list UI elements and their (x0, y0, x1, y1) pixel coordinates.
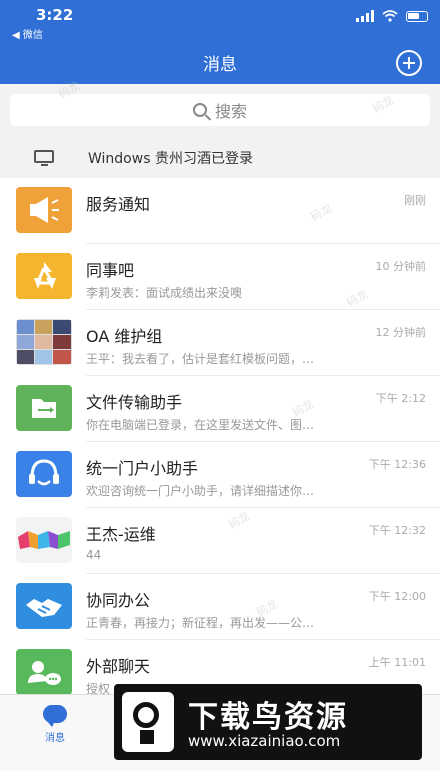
conversation-time: 10 分钟前 (375, 260, 427, 273)
promo-watermark-banner: 下载鸟资源 www.xiazainiao.com (114, 684, 422, 760)
conversation-row[interactable]: 文件传输助手 下午 2:12 你在电脑端已登录，在这里发送文件、图… (0, 376, 440, 442)
conversation-time: 12 分钟前 (375, 326, 427, 339)
nav-bar: 消息 (0, 40, 440, 84)
conversation-preview: 欢迎咨询统一门户小助手，请详细描述你… (86, 484, 315, 498)
conversation-preview: 李莉发表：面试成绩出来没噢 (86, 286, 243, 300)
status-time: 3:22 (36, 6, 74, 24)
megaphone-icon (16, 187, 72, 233)
conversation-preview: 正青春，再接力；新征程，再出发——公… (86, 616, 315, 630)
conversation-name: 外部聊天 (86, 657, 151, 676)
back-to-wechat-link[interactable]: ◀ 微信 (12, 26, 43, 41)
conversation-preview: 44 (86, 548, 102, 562)
conversation-row[interactable]: OA 维护组 12 分钟前 王平：我去看了，估计是套红模板问题，… (0, 310, 440, 376)
conversation-name: 同事吧 (86, 261, 135, 280)
conversation-row[interactable]: 同事吧 10 分钟前 李莉发表：面试成绩出来没噢 (0, 244, 440, 310)
battery-icon (406, 10, 428, 22)
conversation-name: OA 维护组 (86, 327, 163, 346)
search-icon (192, 103, 207, 117)
conversation-name: 协同办公 (86, 591, 151, 610)
conversation-time: 刚刚 (404, 194, 426, 207)
search-placeholder: 搜索 (214, 102, 247, 121)
device-login-text: Windows 贵州习酒已登录 (88, 151, 253, 167)
status-bar: 3:22 ◀ 微信 (0, 0, 440, 41)
headset-icon (16, 451, 72, 497)
add-plus-icon[interactable] (396, 50, 422, 76)
bird-logo-icon (122, 692, 174, 752)
conversation-time: 下午 2:12 (375, 392, 426, 405)
conversation-time: 下午 12:36 (368, 458, 426, 471)
colorful-avatar (16, 517, 72, 563)
conversation-list: 服务通知 刚刚 同事吧 10 分钟前 李莉发表：面试成绩出来没噢 OA 维护组 … (0, 178, 440, 694)
promo-url: www.xiazainiao.com (188, 732, 341, 750)
tab-messages-label: 消息 (45, 733, 65, 744)
group-collage-avatar (16, 319, 72, 365)
conversation-preview: 王平：我去看了，估计是套红模板问题，… (86, 352, 315, 366)
monitor-icon (34, 150, 54, 166)
conversation-name: 文件传输助手 (86, 393, 183, 412)
conversation-name: 服务通知 (86, 195, 151, 214)
conversation-time: 上午 11:01 (368, 656, 426, 669)
external-chat-icon (16, 649, 72, 694)
promo-brand: 下载鸟资源 (188, 700, 348, 735)
conversation-row[interactable]: 服务通知 刚刚 (0, 178, 440, 244)
device-login-notice[interactable]: Windows 贵州习酒已登录 (0, 140, 440, 176)
tab-messages[interactable]: 消息 (28, 705, 82, 744)
conversation-time: 下午 12:00 (368, 590, 426, 603)
conversation-time: 下午 12:32 (368, 524, 426, 537)
signal-icon (356, 10, 374, 22)
folder-transfer-icon (16, 385, 72, 431)
conversation-row[interactable]: 统一门户小助手 下午 12:36 欢迎咨询统一门户小助手，请详细描述你… (0, 442, 440, 508)
conversation-name: 统一门户小助手 (86, 459, 199, 478)
handshake-icon (16, 583, 72, 629)
network-icon (16, 253, 72, 299)
chat-bubble-icon (43, 705, 67, 727)
conversation-name: 王杰-运维 (86, 525, 156, 544)
conversation-row[interactable]: 王杰-运维 下午 12:32 44 (0, 508, 440, 574)
page-title: 消息 (203, 55, 237, 75)
search-bar[interactable]: 搜索 (10, 94, 430, 126)
conversation-preview: 你在电脑端已登录，在这里发送文件、图… (86, 418, 315, 432)
wifi-icon (382, 10, 398, 22)
conversation-row[interactable]: 协同办公 下午 12:00 正青春，再接力；新征程，再出发——公… (0, 574, 440, 640)
